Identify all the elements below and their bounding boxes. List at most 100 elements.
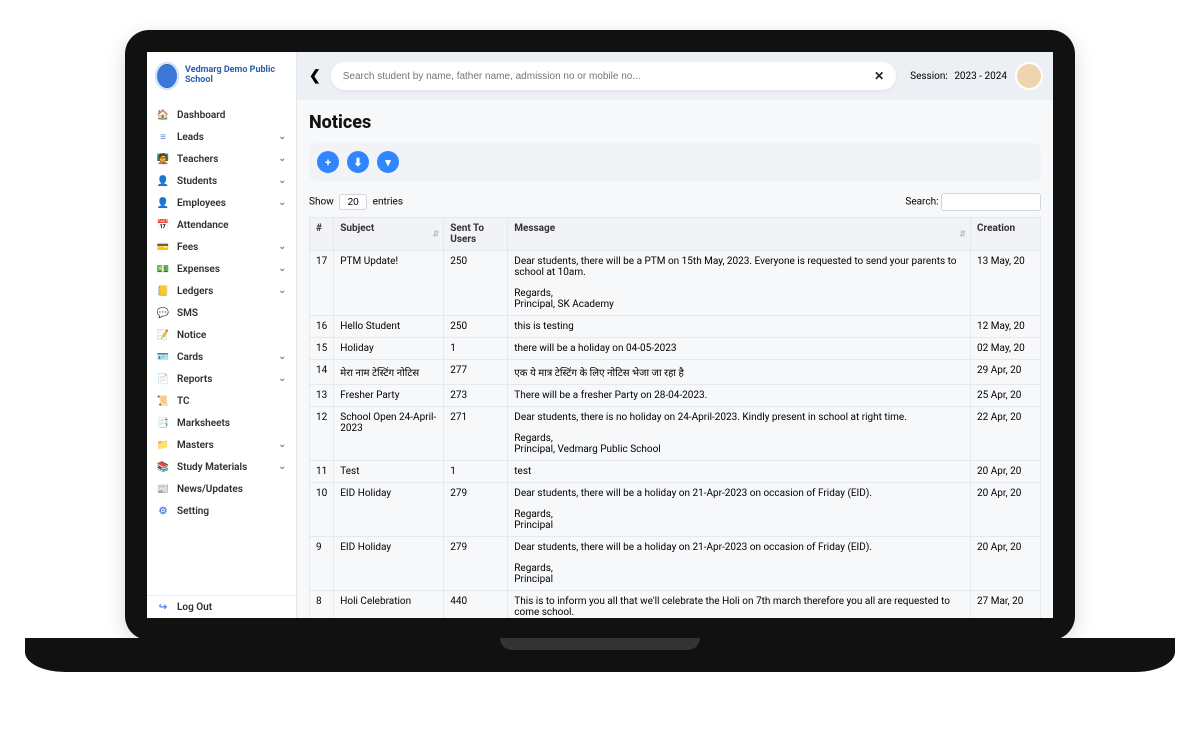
calendar-icon: 📅: [157, 219, 169, 231]
chevron-down-icon: ⌄: [278, 440, 286, 450]
sidebar-item-study-materials[interactable]: 📚Study Materials⌄: [147, 456, 296, 478]
cell-subject: PTM Update!: [334, 251, 444, 316]
avatar[interactable]: [1017, 64, 1041, 88]
table-row[interactable]: 8Holi Celebration440This is to inform yo…: [310, 591, 1041, 619]
chat-icon: 💬: [157, 307, 169, 319]
sidebar-item-masters[interactable]: 📁Masters⌄: [147, 434, 296, 456]
chevron-down-icon: ⌄: [278, 374, 286, 384]
th-sent[interactable]: Sent To Users: [444, 218, 508, 251]
sidebar-item-notice[interactable]: 📝Notice: [147, 324, 296, 346]
cell-sent: 279: [444, 483, 508, 537]
topbar: ❮ ✕ Session: 2023 - 2024: [297, 52, 1053, 100]
table-row[interactable]: 11Test1test20 Apr, 20: [310, 461, 1041, 483]
wallet-icon: 💳: [157, 241, 169, 253]
table-search: Search:: [905, 193, 1041, 211]
sidebar-item-marksheets[interactable]: 📑Marksheets: [147, 412, 296, 434]
session-label-text: Session:: [910, 71, 948, 82]
table-row[interactable]: 15Holiday1there will be a holiday on 04-…: [310, 338, 1041, 360]
sidebar-item-sms[interactable]: 💬 SMS: [147, 302, 296, 324]
cell-index: 17: [310, 251, 334, 316]
sidebar-item-label: Fees: [177, 242, 198, 253]
chevron-down-icon: ⌄: [278, 462, 286, 472]
plus-icon: +: [325, 156, 331, 169]
show-entries: Show entries: [309, 194, 403, 210]
idcard-icon: 🪪: [157, 351, 169, 363]
sidebar-item-label: TC: [177, 396, 190, 407]
table-row[interactable]: 10EID Holiday279Dear students, there wil…: [310, 483, 1041, 537]
cell-date: 20 Apr, 20: [971, 483, 1041, 537]
table-row[interactable]: 14मेरा नाम टेस्टिंग नोटिस277एक ये मात्र …: [310, 360, 1041, 385]
sidebar-item-leads[interactable]: ≡Leads⌄: [147, 126, 296, 148]
th-message[interactable]: Message⇵: [508, 218, 971, 251]
sidebar-item-attendance[interactable]: 📅Attendance: [147, 214, 296, 236]
sidebar-item-fees[interactable]: 💳 Fees ⌄: [147, 236, 296, 258]
cell-subject: Holi Celebration: [334, 591, 444, 619]
cell-index: 12: [310, 407, 334, 461]
action-toolbar: + ⬇ ▾: [309, 143, 1041, 181]
th-creation[interactable]: Creation: [971, 218, 1041, 251]
cell-subject: Fresher Party: [334, 385, 444, 407]
chevron-down-icon: ⌄: [278, 286, 286, 296]
sidebar-item-label: Marksheets: [177, 418, 230, 429]
filter-button[interactable]: ▾: [377, 151, 399, 173]
sidebar-item-tc[interactable]: 📜TC: [147, 390, 296, 412]
table-row[interactable]: 16Hello Student250this is testing12 May,…: [310, 316, 1041, 338]
brand-name: Vedmarg Demo Public School: [185, 66, 288, 86]
folder-icon: 📁: [157, 439, 169, 451]
money-icon: 💵: [157, 263, 169, 275]
sidebar-item-label: Expenses: [177, 264, 220, 275]
table-header-row: # Subject⇵ Sent To Users Message⇵ Creati…: [310, 218, 1041, 251]
sidebar-item-teachers[interactable]: 🧑‍🏫Teachers⌄: [147, 148, 296, 170]
brand[interactable]: Vedmarg Demo Public School: [147, 52, 296, 100]
sidebar-item-label: SMS: [177, 308, 198, 319]
chevron-down-icon: ⌄: [278, 242, 286, 252]
cell-date: 13 May, 20: [971, 251, 1041, 316]
sidebar-item-ledgers[interactable]: 📒Ledgers⌄: [147, 280, 296, 302]
sidebar-item-label: Cards: [177, 352, 203, 363]
cell-subject: EID Holiday: [334, 537, 444, 591]
cell-index: 15: [310, 338, 334, 360]
notices-table: # Subject⇵ Sent To Users Message⇵ Creati…: [309, 217, 1041, 618]
sidebar-item-label: Notice: [177, 330, 206, 341]
sidebar-item-label: Students: [177, 176, 217, 187]
table-row[interactable]: 17PTM Update!250Dear students, there wil…: [310, 251, 1041, 316]
table-row[interactable]: 13Fresher Party273There will be a freshe…: [310, 385, 1041, 407]
cell-date: 12 May, 20: [971, 316, 1041, 338]
sidebar-item-employees[interactable]: 👤Employees⌄: [147, 192, 296, 214]
back-button[interactable]: ❮: [309, 68, 321, 84]
laptop-screen: Vedmarg Demo Public School 🏠Dashboard≡Le…: [125, 30, 1075, 640]
entries-input[interactable]: [339, 194, 367, 210]
logout-button[interactable]: ↪ Log Out: [147, 595, 296, 618]
book-icon: 📒: [157, 285, 169, 297]
entries-label: entries: [373, 197, 403, 208]
cell-sent: 250: [444, 316, 508, 338]
sidebar-item-label: Setting: [177, 506, 209, 517]
sidebar-item-label: Study Materials: [177, 462, 247, 473]
cell-index: 9: [310, 537, 334, 591]
sidebar-item-dashboard[interactable]: 🏠Dashboard: [147, 104, 296, 126]
sidebar-item-expenses[interactable]: 💵Expenses⌄: [147, 258, 296, 280]
table-row[interactable]: 9EID Holiday279Dear students, there will…: [310, 537, 1041, 591]
add-button[interactable]: +: [317, 151, 339, 173]
sidebar-item-label: Employees: [177, 198, 226, 209]
filter-icon: ▾: [385, 156, 391, 169]
sidebar-item-news-updates[interactable]: 📰News/Updates: [147, 478, 296, 500]
report-icon: 📄: [157, 373, 169, 385]
chevron-down-icon: ⌄: [278, 132, 286, 142]
th-subject[interactable]: Subject⇵: [334, 218, 444, 251]
download-button[interactable]: ⬇: [347, 151, 369, 173]
table-search-input[interactable]: [941, 193, 1041, 211]
th-index[interactable]: #: [310, 218, 334, 251]
sidebar-item-label: Leads: [177, 132, 204, 143]
news-icon: 📰: [157, 483, 169, 495]
sidebar-item-cards[interactable]: 🪪 Cards ⌄: [147, 346, 296, 368]
page-title: Notices: [309, 112, 1041, 133]
sidebar-item-reports[interactable]: 📄Reports⌄: [147, 368, 296, 390]
clear-search-icon[interactable]: ✕: [874, 69, 884, 83]
table-row[interactable]: 12School Open 24-April-2023271Dear stude…: [310, 407, 1041, 461]
sidebar-item-students[interactable]: 👤Students⌄: [147, 170, 296, 192]
cell-index: 8: [310, 591, 334, 619]
sidebar-item-setting[interactable]: ⚙Setting: [147, 500, 296, 522]
chevron-down-icon: ⌄: [278, 352, 286, 362]
search-input[interactable]: [343, 71, 874, 82]
